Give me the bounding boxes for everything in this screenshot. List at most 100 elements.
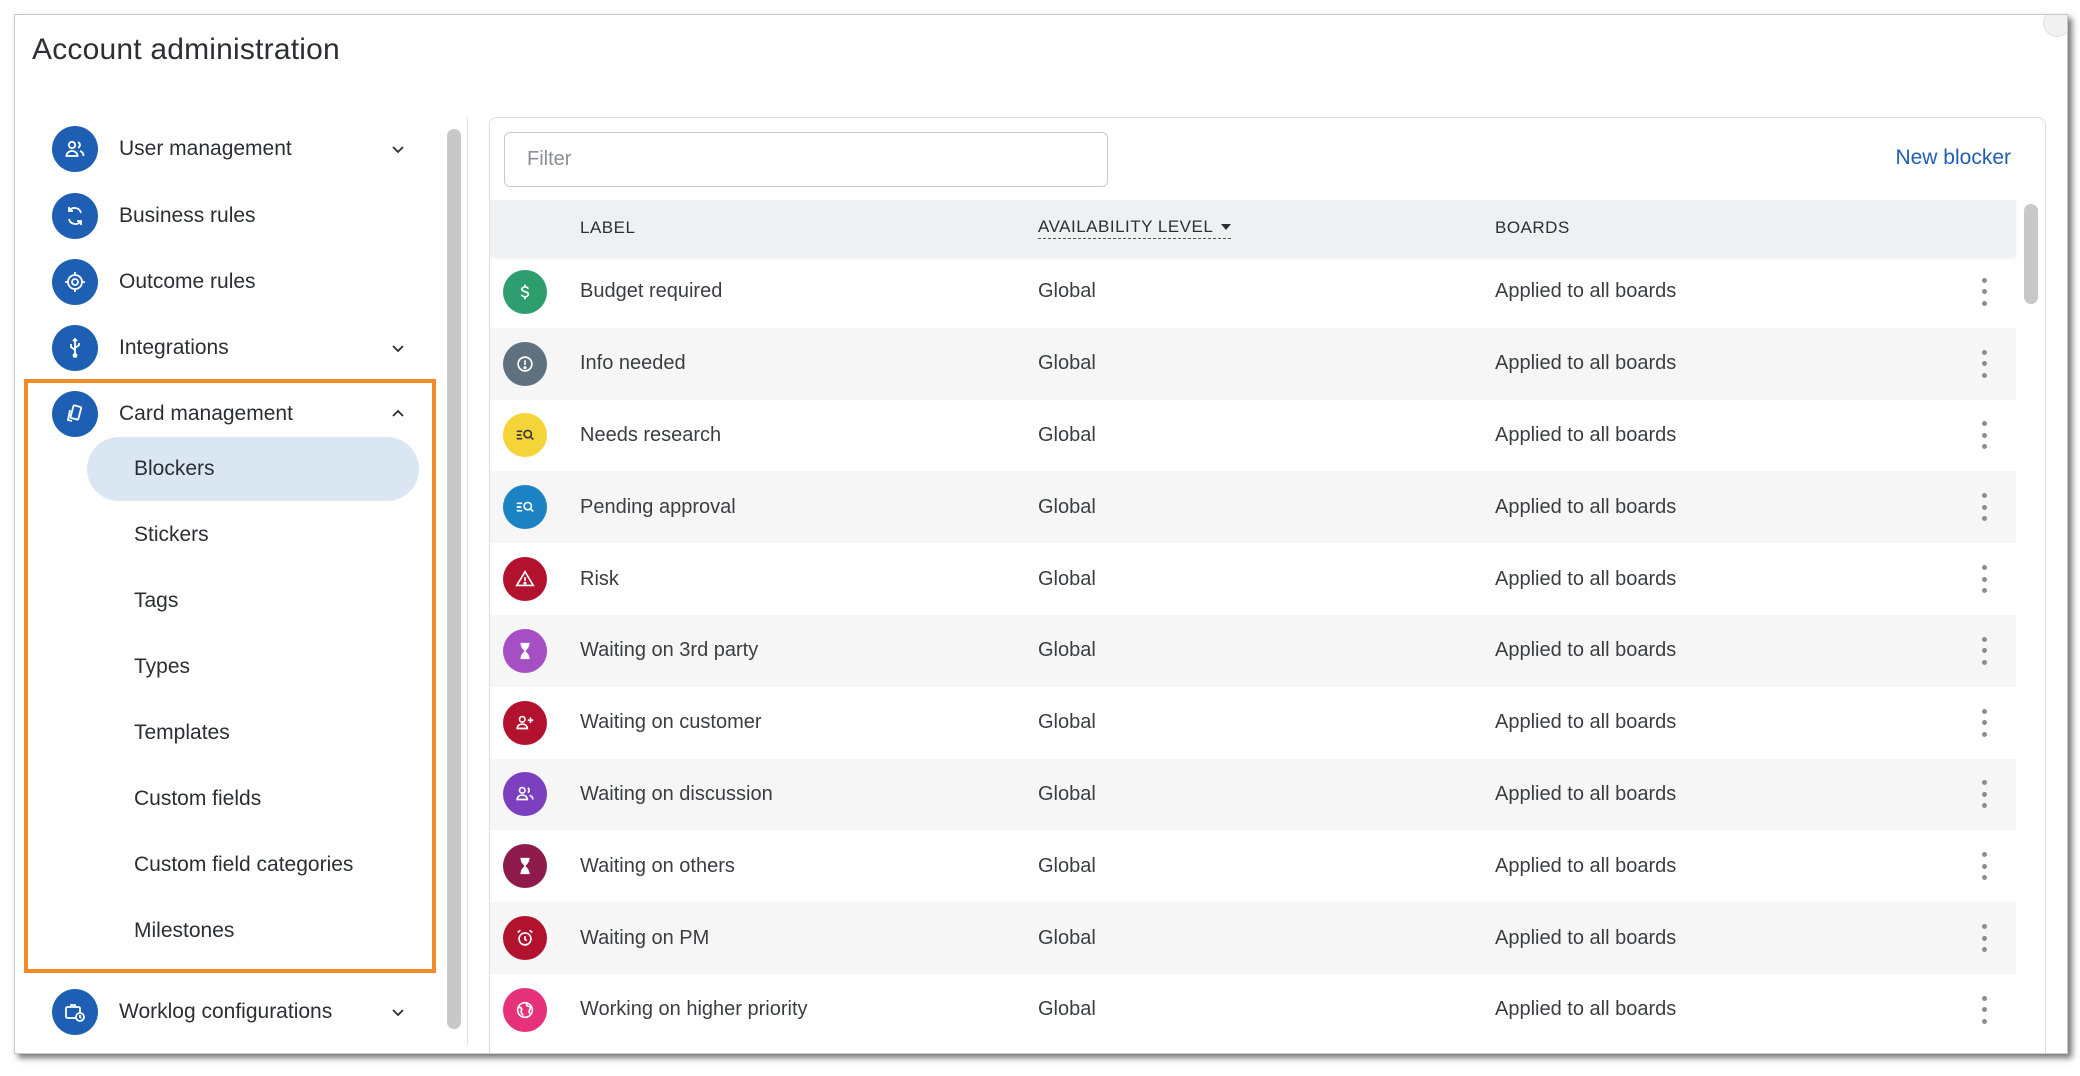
blocker-availability: Global [1038,639,1096,662]
table-row[interactable]: Info needed Global Applied to all boards [490,327,2016,400]
sidebar-subitem-label: Milestones [134,919,235,942]
sidebar-item-worklog-configurations[interactable]: Worklog configurations [52,987,406,1037]
more-vertical-icon[interactable] [1978,277,1990,306]
sidebar-item-integrations[interactable]: Integrations [52,323,406,373]
sidebar-subitem-label: Types [134,655,191,678]
sidebar-subitem-tags[interactable]: Tags [87,569,419,633]
sidebar-subitem-label: Templates [134,721,230,744]
sidebar-subitem-stickers[interactable]: Stickers [87,503,419,567]
blocker-boards: Applied to all boards [1495,423,1677,446]
sidebar-item-label: Business rules [119,204,256,227]
blocker-label: Waiting on customer [580,711,762,734]
column-header-availability[interactable]: AVAILABILITY LEVEL [1038,217,1232,239]
blocker-label: Needs research [580,423,722,446]
table-row[interactable]: Waiting on customer Global Applied to al… [490,687,2016,759]
blocker-label: Pending approval [580,495,736,518]
blockers-panel: New blocker LABEL AVAILABILITY LEVEL BOA… [489,117,2046,1053]
more-vertical-icon[interactable] [1978,493,1990,522]
sidebar-item-user-management[interactable]: User management [52,124,406,174]
blocker-label: Info needed [580,352,686,375]
more-vertical-icon[interactable] [1978,636,1990,665]
sidebar-item-label: Outcome rules [119,270,256,293]
more-vertical-icon[interactable] [1978,708,1990,737]
sidebar-subitem-templates[interactable]: Templates [87,701,419,765]
table-row[interactable]: Risk Global Applied to all boards [490,543,2016,615]
blocker-boards: Applied to all boards [1495,854,1677,877]
table-scroll-thumb[interactable] [2024,204,2038,304]
blocker-availability: Global [1038,567,1096,590]
sidebar-scroll-thumb[interactable] [447,129,461,1029]
blocker-boards: Applied to all boards [1495,998,1677,1021]
more-vertical-icon[interactable] [1978,421,1990,450]
sidebar-subitem-custom-fields[interactable]: Custom fields [87,767,419,831]
more-vertical-icon[interactable] [1978,852,1990,881]
blocker-label: Waiting on others [580,854,735,877]
table-row[interactable]: Waiting on discussion Global Applied to … [490,758,2016,831]
table-row[interactable]: Budget required Global Applied to all bo… [490,256,2016,328]
sidebar-subitem-types[interactable]: Types [87,635,419,699]
more-vertical-icon[interactable] [1978,924,1990,953]
blocker-boards: Applied to all boards [1495,639,1677,662]
sidebar-nav: User management Business rules Outcome r… [15,117,455,1053]
cards-icon [52,391,98,437]
more-vertical-icon[interactable] [1978,349,1990,378]
blocker-boards: Applied to all boards [1495,352,1677,375]
blocker-label: Working on higher priority [580,998,808,1021]
more-vertical-icon[interactable] [1978,995,1990,1024]
sidebar-item-label: Integrations [119,336,229,359]
sidebar-subitem-milestones[interactable]: Milestones [87,899,419,963]
filter-input[interactable] [504,132,1108,187]
sidebar-item-card-management[interactable]: Card management [52,389,406,439]
blocker-label: Waiting on discussion [580,782,773,805]
chevron-down-icon[interactable] [388,338,408,358]
sidebar-subitem-blockers[interactable]: Blockers [87,437,419,501]
column-header-label[interactable]: LABEL [580,218,635,238]
sidebar-subitem-label: Blockers [134,457,215,480]
hourglass-icon [503,844,547,889]
new-blocker-button[interactable]: New blocker [1895,146,2011,170]
discussion-icon [503,772,547,817]
chevron-up-icon[interactable] [388,404,408,424]
column-header-boards[interactable]: BOARDS [1495,218,1570,238]
account-admin-window: Account administration User management B… [14,14,2068,1054]
sidebar-item-outcome-rules[interactable]: Outcome rules [52,257,406,307]
users-icon [52,126,98,172]
window-corner-button[interactable] [2043,15,2067,37]
chevron-down-icon[interactable] [388,139,408,159]
table-row[interactable]: Waiting on PM Global Applied to all boar… [490,902,2016,974]
sync-icon [52,193,98,239]
sidebar-scrollbar[interactable] [439,117,468,1045]
blocker-availability: Global [1038,782,1096,805]
sidebar-subitem-label: Custom fields [134,787,262,810]
blocker-boards: Applied to all boards [1495,495,1677,518]
blocker-availability: Global [1038,423,1096,446]
table-row[interactable]: Waiting on others Global Applied to all … [490,830,2016,902]
blocker-boards: Applied to all boards [1495,711,1677,734]
alarm-clock-icon [503,916,547,961]
sidebar-item-label: Card management [119,402,293,425]
blocker-availability: Global [1038,280,1096,303]
sidebar-item-business-rules[interactable]: Business rules [52,191,406,241]
table-row[interactable]: Working on higher priority Global Applie… [490,974,2016,1046]
briefcase-clock-icon [52,989,98,1035]
more-vertical-icon[interactable] [1978,780,1990,809]
blocker-availability: Global [1038,854,1096,877]
table-header: LABEL AVAILABILITY LEVEL BOARDS [490,200,2016,256]
dollar-icon [503,269,547,314]
blockers-table-body: Budget required Global Applied to all bo… [490,256,2016,1046]
sidebar-subitem-label: Tags [134,589,179,612]
table-row[interactable]: Waiting on 3rd party Global Applied to a… [490,614,2016,687]
table-row[interactable]: Needs research Global Applied to all boa… [490,400,2016,472]
sidebar-item-label: User management [119,137,292,160]
blocker-boards: Applied to all boards [1495,782,1677,805]
more-vertical-icon[interactable] [1978,565,1990,594]
sidebar-subitem-label: Stickers [134,523,209,546]
sidebar-subitem-custom-field-categories[interactable]: Custom field categories [87,833,419,897]
table-row[interactable]: Pending approval Global Applied to all b… [490,471,2016,544]
blocker-label: Budget required [580,280,723,303]
sidebar-subitem-label: Custom field categories [134,853,354,876]
column-header-availability-text: AVAILABILITY LEVEL [1038,217,1214,236]
chevron-down-icon[interactable] [388,1002,408,1022]
blocker-availability: Global [1038,711,1096,734]
table-scrollbar[interactable] [2018,200,2044,1053]
